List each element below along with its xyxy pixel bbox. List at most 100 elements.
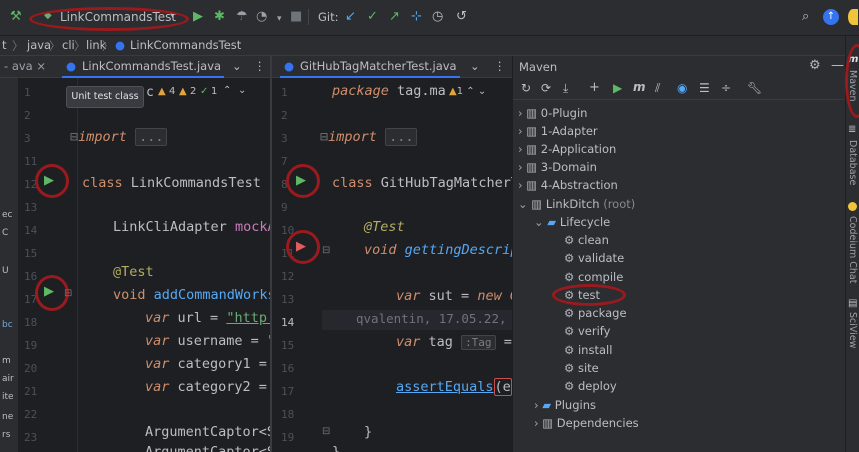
class-name: GitHubTagMatcherT — [380, 175, 519, 191]
keyword-var: var — [145, 356, 170, 372]
breadcrumb-item[interactable]: java — [27, 38, 51, 52]
tabs-dropdown-icon[interactable]: ⌄ — [232, 59, 242, 73]
next-highlight-icon[interactable]: ⌄ — [478, 86, 486, 97]
lifecycle-folder-icon: ▰ — [547, 215, 557, 229]
run-icon[interactable]: ▶ — [613, 81, 622, 95]
maven-tree-item[interactable]: › ▥ 4-Abstraction — [518, 176, 618, 194]
run-test-gutter-icon[interactable]: ▶ — [296, 173, 306, 188]
maven-tree-item[interactable]: ⌄ ▥ LinkDitch (root) — [518, 195, 635, 213]
inspection-widget[interactable]: c ▲ 4 ▲ 2 ✓ 1 ⌃ ⌄ — [146, 85, 268, 101]
warning-count: 1 — [456, 86, 464, 97]
plugins-folder-icon: ▰ — [542, 398, 552, 412]
wrench-icon[interactable]: 🔧︎ — [747, 81, 762, 95]
code-line-sut: var sut = new G — [396, 288, 518, 304]
maven-tree-item[interactable]: ⚙ verify — [564, 322, 610, 340]
run-icon[interactable]: ▶ — [193, 9, 203, 25]
skip-tests-icon[interactable]: ⫽ — [655, 81, 660, 96]
update-icon[interactable]: ↑ — [823, 9, 839, 25]
maven-sidebar-icon[interactable]: m — [848, 54, 858, 65]
breadcrumb-item[interactable]: LinkCommandsTest — [130, 38, 241, 52]
folded-imports[interactable]: ... — [135, 128, 168, 146]
fold-icon[interactable]: ⊟ — [70, 129, 78, 145]
maven-tree-item[interactable]: ⚙ compile — [564, 268, 623, 286]
sidebar-item-database[interactable]: Database — [847, 140, 858, 185]
line-number: 2 — [281, 109, 288, 122]
tab-link-commands-test[interactable]: ● LinkCommandsTest.java × — [62, 56, 224, 94]
coverage-icon[interactable]: ☂ — [236, 9, 248, 25]
breadcrumb-item[interactable]: cli — [62, 38, 75, 52]
maven-tree-item[interactable]: ⚙ deploy — [564, 377, 617, 395]
line-number: 14 — [24, 224, 38, 237]
more-options-icon[interactable]: ⋮ — [494, 59, 506, 73]
codeium-icon[interactable] — [848, 202, 857, 211]
vcs-push-icon[interactable]: ↗ — [389, 9, 400, 25]
add-icon[interactable]: + — [589, 80, 600, 95]
chevron-right-icon: › — [534, 398, 539, 412]
annotation: @Test — [364, 219, 405, 235]
more-run-arrow-icon[interactable]: ▾ — [277, 11, 282, 27]
run-config-selector[interactable]: ◆ LinkCommandsTest ▾ — [30, 7, 190, 29]
maven-goal-icon[interactable]: m — [633, 80, 646, 94]
vcs-update-icon[interactable]: ↙ — [345, 9, 356, 25]
tabs-dropdown-icon[interactable]: ⌄ — [470, 59, 480, 73]
reload-icon[interactable]: ↻ — [521, 81, 531, 95]
reload-generate-icon[interactable]: ⟳ — [541, 81, 551, 95]
maven-tree-item[interactable]: ⚙ package — [564, 304, 627, 322]
strip-fragment: bc — [2, 320, 13, 330]
sciview-icon[interactable]: ▤ — [848, 298, 857, 309]
download-icon[interactable]: ⤓ — [563, 81, 568, 96]
vcs-commit-icon[interactable]: ✓ — [367, 9, 378, 25]
maven-tree-item[interactable]: ⚙ site — [564, 359, 599, 377]
git-blame-annotation[interactable]: qvalentin, 17.05.22, — [356, 311, 507, 327]
stop-icon[interactable]: ■ — [290, 9, 302, 25]
next-highlight-icon[interactable]: ⌄ — [238, 85, 246, 96]
more-options-icon[interactable]: ⋮ — [254, 59, 266, 73]
sidebar-item-maven[interactable]: Maven — [847, 70, 858, 102]
maven-tree-item[interactable]: ⚙ clean — [564, 231, 609, 249]
search-icon[interactable]: ⌕ — [802, 9, 809, 25]
minimize-icon[interactable]: — — [831, 58, 844, 73]
chevron-right-icon: › — [518, 106, 523, 120]
maven-tree-item[interactable]: ⚙ install — [564, 341, 612, 359]
prev-highlight-icon[interactable]: ⌃ — [466, 86, 474, 97]
maven-tree-item[interactable]: › ▥ 1-Adapter — [518, 122, 598, 140]
hammer-icon[interactable]: ⚒ — [10, 9, 22, 25]
maven-tree-item[interactable]: ⚙ test — [564, 286, 600, 304]
database-icon[interactable]: ≣ — [848, 124, 856, 135]
inspection-widget[interactable]: ▲1 ⌃ ⌄ — [449, 86, 486, 97]
maven-tree-item[interactable]: ⌄ ▰ Lifecycle — [534, 213, 610, 231]
fold-icon[interactable]: ⊟ — [322, 426, 330, 437]
fold-icon[interactable]: ⊟ — [320, 129, 328, 145]
gear-icon[interactable]: ⚙ — [809, 58, 821, 73]
middle-editor-tabbar: ● GitHubTagMatcherTest.java × ⌄ ⋮ — [272, 56, 512, 94]
failed-test-gutter-icon[interactable]: ▶ — [296, 239, 306, 254]
maven-tree-item[interactable]: › ▥ 2-Application — [518, 140, 616, 158]
fold-icon[interactable]: ⊟ — [322, 245, 330, 256]
line-number: 17 — [24, 293, 38, 306]
history-icon[interactable]: ◷ — [432, 9, 443, 25]
sidebar-item-codeium-chat[interactable]: Codeium Chat — [847, 216, 858, 283]
debug-icon[interactable]: ✱ — [214, 9, 225, 25]
folded-imports[interactable]: ... — [385, 128, 418, 146]
plugin-icon[interactable] — [848, 9, 858, 25]
run-test-gutter-icon[interactable]: ▶ — [44, 284, 54, 299]
breadcrumb-item[interactable]: t — [2, 38, 7, 52]
maven-tree-item[interactable]: › ▰ Plugins — [534, 396, 596, 414]
offline-icon[interactable]: ◉ — [677, 81, 687, 95]
tab-github-tag-matcher-test[interactable]: ● GitHubTagMatcherTest.java × — [280, 56, 460, 94]
prev-highlight-icon[interactable]: ⌃ — [223, 85, 231, 96]
run-test-gutter-icon[interactable]: ▶ — [44, 173, 54, 188]
maven-tree-item[interactable]: ⚙ validate — [564, 249, 624, 267]
fold-icon[interactable]: ⊟ — [64, 288, 72, 299]
maven-tree-item[interactable]: › ▥ Dependencies — [534, 414, 639, 432]
collapse-icon[interactable]: ÷ — [721, 81, 731, 95]
show-dependencies-icon[interactable]: ☰ — [699, 81, 710, 95]
chevron-right-icon: › — [518, 160, 523, 174]
prev-tab-stub[interactable]: - ava × — [4, 59, 46, 73]
rollback-icon[interactable]: ↺ — [456, 9, 467, 25]
profile-icon[interactable]: ◔ — [256, 9, 267, 25]
vcs-fetch-icon[interactable]: ⊹ — [411, 9, 422, 25]
maven-tree-item[interactable]: › ▥ 0-Plugin — [518, 104, 587, 122]
sidebar-item-sciview[interactable]: SciView — [847, 312, 858, 348]
maven-tree-item[interactable]: › ▥ 3-Domain — [518, 158, 597, 176]
